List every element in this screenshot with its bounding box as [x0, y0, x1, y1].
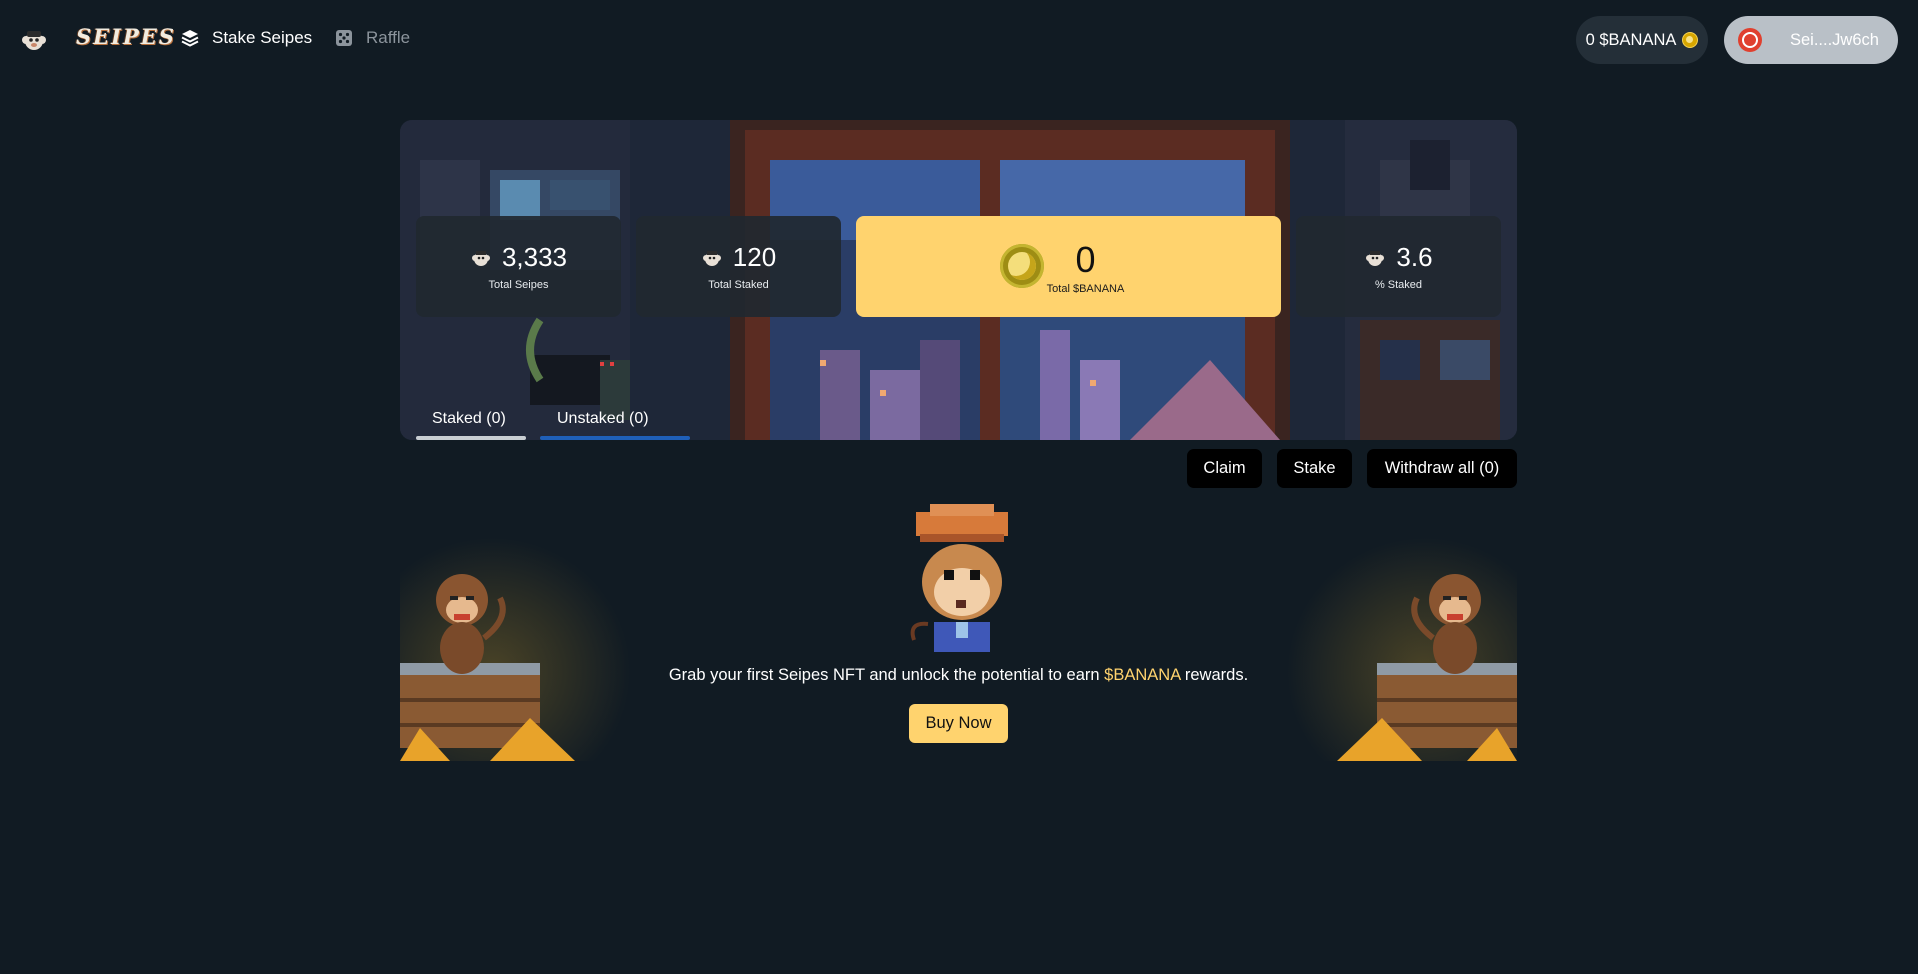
tab-staked[interactable]: Staked (0)	[432, 410, 506, 428]
stat-value: 3.6	[1396, 242, 1433, 272]
monkey-icon	[702, 250, 721, 266]
wallet-address: Sei....Jw6ch	[1790, 30, 1879, 49]
stat-value: 3,333	[501, 242, 568, 272]
monkey-treasure-right-illustration	[1287, 538, 1517, 761]
dice-icon	[336, 30, 352, 46]
tab-unstaked[interactable]: Unstaked (0)	[557, 410, 649, 428]
withdraw-all-button[interactable]: Withdraw all (0)	[1367, 449, 1517, 488]
monkey-icon	[471, 250, 490, 266]
wallet-avatar-icon	[1738, 28, 1762, 52]
banana-highlight: $BANANA	[1104, 666, 1181, 684]
empty-state-message: Grab your first Seipes NFT and unlock th…	[400, 666, 1517, 685]
stat-card-total-seipes: 3,333 Total Seipes	[416, 216, 621, 317]
nav-link-stake-seipes[interactable]: Stake Seipes	[180, 28, 312, 48]
empty-state: Grab your first Seipes NFT and unlock th…	[400, 498, 1517, 761]
seipes-mascot-illustration	[910, 504, 1008, 652]
monkey-icon	[1366, 250, 1385, 266]
message-text: Grab your first Seipes NFT and unlock th…	[668, 666, 1105, 684]
brand-wordmark[interactable]: SEIPES	[76, 24, 176, 49]
stake-button[interactable]: Stake	[1277, 449, 1352, 488]
message-text-end: rewards.	[1180, 666, 1249, 684]
stat-value: 0	[1075, 238, 1096, 280]
banana-coin-icon	[1682, 32, 1699, 48]
layers-icon	[181, 30, 199, 47]
stat-card-percent-staked: 3.6 % Staked	[1296, 216, 1501, 317]
monkey-treasure-left-illustration	[400, 538, 630, 761]
banana-coin-icon	[1000, 244, 1044, 288]
stat-value: 120	[732, 242, 777, 272]
claim-button[interactable]: Claim	[1187, 449, 1262, 488]
nav-link-raffle[interactable]: Raffle	[334, 28, 410, 48]
stat-card-total-banana: 0 Total $BANANA	[856, 216, 1281, 317]
stat-label: % Staked	[1374, 279, 1423, 291]
wallet-button[interactable]: Sei....Jw6ch	[1724, 16, 1898, 64]
nav-link-label: Raffle	[366, 28, 411, 47]
buy-now-button[interactable]: Buy Now	[909, 704, 1008, 743]
tab-unstaked-indicator	[540, 436, 690, 440]
staking-hero-banner: 3,333 Total Seipes 120 Total Staked 0 To…	[400, 120, 1517, 440]
banana-balance-pill[interactable]: 0 $BANANA	[1576, 16, 1708, 64]
stat-label: Total $BANANA	[1046, 282, 1125, 295]
stat-card-total-staked: 120 Total Staked	[636, 216, 841, 317]
monkey-logo-icon[interactable]	[20, 26, 48, 54]
stat-label: Total Staked	[708, 279, 769, 291]
stat-label: Total Seipes	[488, 279, 549, 291]
nav-link-label: Stake Seipes	[212, 28, 313, 47]
balance-text: 0 $BANANA	[1585, 30, 1677, 49]
tab-staked-indicator	[416, 436, 526, 440]
top-nav: SEIPES Stake Seipes Raffle 0 $BANANA Sei…	[0, 0, 1918, 80]
